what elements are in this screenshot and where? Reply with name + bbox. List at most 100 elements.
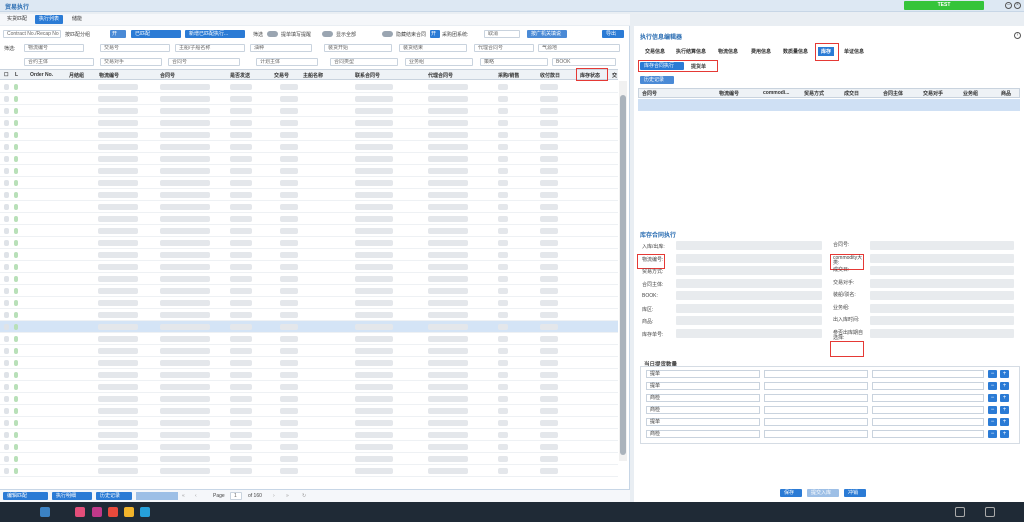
form-value[interactable]: [870, 291, 1014, 300]
row-checkbox[interactable]: [4, 408, 9, 414]
quantity-unit-input[interactable]: [872, 382, 984, 390]
table-row[interactable]: [0, 405, 618, 417]
remove-row-icon[interactable]: −: [988, 406, 997, 414]
table-row[interactable]: [0, 213, 618, 225]
table-row[interactable]: [0, 393, 618, 405]
grid-col-business-group[interactable]: 业务组: [963, 90, 978, 97]
table-row[interactable]: [0, 93, 618, 105]
tab-logistics[interactable]: 物流信息: [718, 48, 738, 55]
pdf-icon[interactable]: [108, 507, 118, 517]
quantity-input[interactable]: [764, 418, 868, 426]
row-checkbox[interactable]: [4, 240, 9, 246]
col-l[interactable]: L: [15, 72, 18, 78]
vessel-name-input[interactable]: 主船/子船名称: [175, 44, 245, 52]
row-checkbox[interactable]: [4, 432, 9, 438]
trade-no-input[interactable]: 交易号: [100, 44, 170, 52]
inventory-grid-row[interactable]: [638, 99, 1020, 111]
grid-col-logistics[interactable]: 物流编号: [719, 90, 739, 97]
table-row[interactable]: [0, 141, 618, 153]
table-row[interactable]: [0, 297, 618, 309]
fill-toggle[interactable]: [267, 31, 278, 37]
table-row[interactable]: [0, 465, 618, 477]
tab-trade-info[interactable]: 交易信息: [645, 48, 665, 55]
remove-row-icon[interactable]: −: [988, 430, 997, 438]
col-sent[interactable]: 是否发送: [230, 72, 250, 79]
remove-row-icon[interactable]: −: [988, 370, 997, 378]
table-row[interactable]: [0, 333, 618, 345]
grid-col-trade-method[interactable]: 贸易方式: [804, 90, 824, 97]
table-row[interactable]: [0, 357, 618, 369]
col-logistics-no[interactable]: 物流编号: [99, 72, 119, 79]
col-contract-no[interactable]: 合同号: [160, 72, 175, 79]
table-row[interactable]: [0, 117, 618, 129]
new-match-button[interactable]: 新增已匹配执行...: [185, 30, 245, 38]
forecast-button[interactable]: 按广机关填说: [527, 30, 567, 38]
table-row[interactable]: [0, 417, 618, 429]
row-checkbox[interactable]: [4, 336, 9, 342]
col-order-no[interactable]: Order No.: [30, 72, 53, 78]
last-page-icon[interactable]: »: [286, 493, 289, 499]
tab-documents[interactable]: 单证信息: [844, 48, 864, 55]
history-button[interactable]: 历史记录: [96, 492, 132, 500]
form-value[interactable]: [676, 241, 822, 250]
quantity-type-select[interactable]: 商检: [646, 406, 760, 414]
table-row[interactable]: [0, 273, 618, 285]
col-linked-contract[interactable]: 联系合同号: [355, 72, 380, 79]
paw-icon[interactable]: [75, 507, 85, 517]
add-row-icon[interactable]: +: [1000, 370, 1009, 378]
form-value[interactable]: [676, 328, 822, 338]
table-row[interactable]: [0, 237, 618, 249]
form-value[interactable]: [870, 328, 1014, 338]
book-select[interactable]: BOOK: [552, 58, 616, 66]
row-checkbox[interactable]: [4, 468, 9, 474]
source-select[interactable]: 气源地: [538, 44, 620, 52]
form-value[interactable]: [676, 266, 822, 275]
table-row[interactable]: [0, 381, 618, 393]
table-row[interactable]: [0, 429, 618, 441]
table-row[interactable]: [0, 225, 618, 237]
form-value[interactable]: [676, 303, 822, 313]
tab-settlement[interactable]: 执行结算信息: [676, 48, 706, 55]
grid-col-entity[interactable]: 合同主体: [883, 90, 903, 97]
form-value[interactable]: [870, 266, 1014, 275]
group-toggle[interactable]: 开: [110, 30, 126, 38]
grid-col-deal-date[interactable]: 成交日: [844, 90, 859, 97]
remove-row-icon[interactable]: −: [988, 382, 997, 390]
hide-closed-toggle[interactable]: [382, 31, 393, 37]
load-end-input[interactable]: 装货结束: [399, 44, 467, 52]
quantity-unit-input[interactable]: [872, 406, 984, 414]
lock-icon[interactable]: [955, 507, 965, 517]
row-checkbox[interactable]: [4, 252, 9, 258]
row-checkbox[interactable]: [4, 372, 9, 378]
col-more[interactable]: 交: [612, 72, 617, 79]
table-row[interactable]: [0, 81, 618, 93]
minimize-icon[interactable]: –: [1005, 2, 1012, 9]
power-icon[interactable]: [985, 507, 995, 517]
table-row[interactable]: [0, 453, 618, 465]
tab-match[interactable]: 实货匹配: [3, 15, 31, 24]
quantity-unit-input[interactable]: [872, 430, 984, 438]
prev-page-icon[interactable]: ‹: [195, 493, 197, 499]
row-checkbox[interactable]: [4, 444, 9, 450]
quantity-input[interactable]: [764, 394, 868, 402]
quantity-type-select[interactable]: 商检: [646, 430, 760, 438]
quantity-unit-input[interactable]: [872, 394, 984, 402]
table-row[interactable]: [0, 309, 618, 321]
refresh-icon[interactable]: ↻: [302, 493, 306, 499]
add-row-icon[interactable]: +: [1000, 406, 1009, 414]
table-row[interactable]: [0, 321, 618, 333]
row-checkbox[interactable]: [4, 396, 9, 402]
table-row[interactable]: [0, 249, 618, 261]
table-row[interactable]: [0, 345, 618, 357]
form-value[interactable]: [676, 253, 822, 263]
grid-col-product[interactable]: 商品: [1001, 90, 1011, 97]
header-checkbox[interactable]: ☐: [4, 72, 8, 78]
row-checkbox[interactable]: [4, 84, 9, 90]
submit-inventory-button[interactable]: 提交入库: [807, 489, 839, 497]
quantity-type-select[interactable]: 提单: [646, 370, 760, 378]
quantity-input[interactable]: [764, 406, 868, 414]
export-button[interactable]: 导出: [602, 30, 624, 38]
agent-contract-input[interactable]: 代理合同号: [474, 44, 534, 52]
form-value[interactable]: [870, 316, 1014, 325]
row-checkbox[interactable]: [4, 300, 9, 306]
